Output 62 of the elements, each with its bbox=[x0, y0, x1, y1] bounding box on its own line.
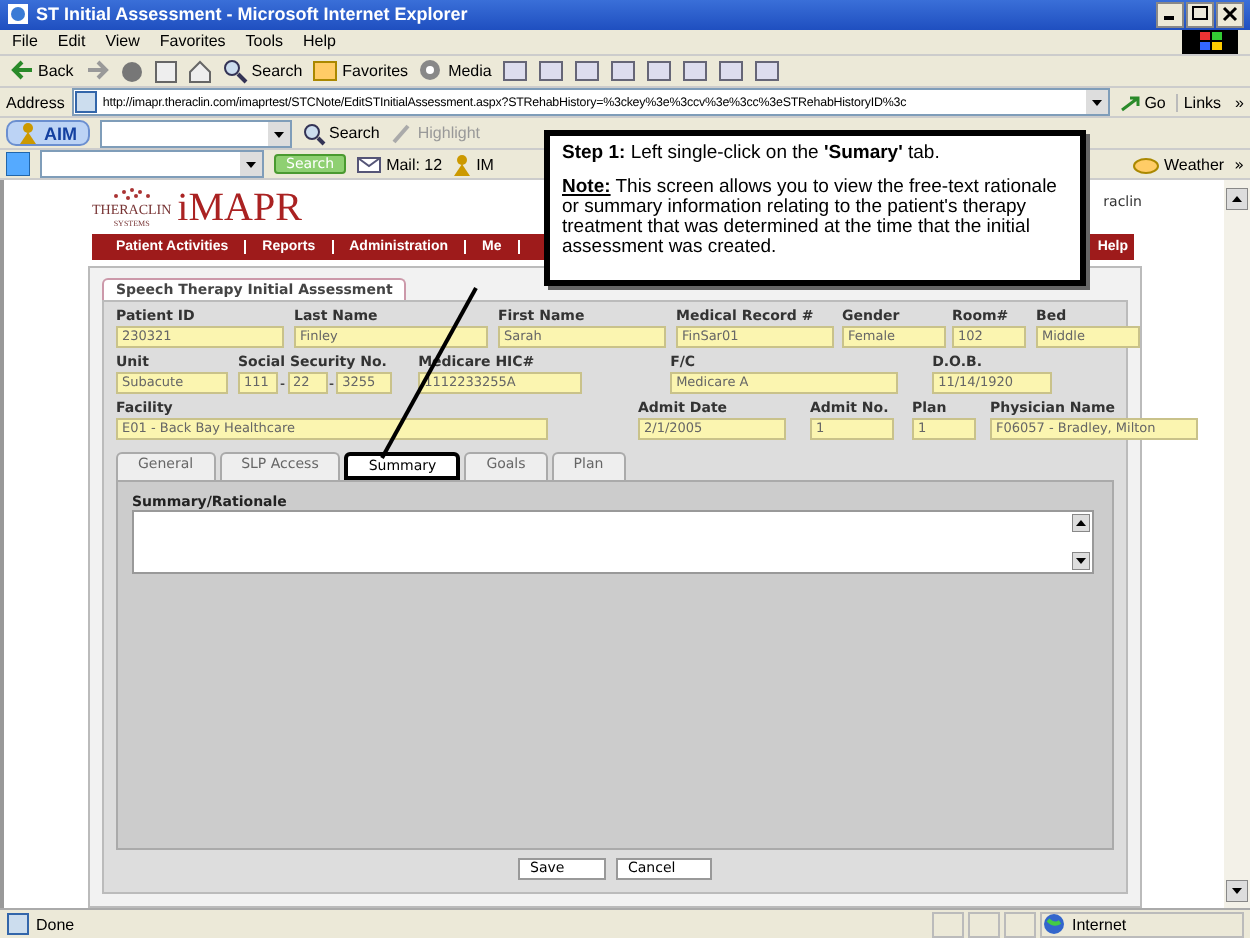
status-panel bbox=[1004, 911, 1036, 938]
close-icon bbox=[1220, 4, 1240, 25]
down-arrow-icon bbox=[1072, 552, 1090, 571]
menu-item[interactable]: File bbox=[12, 32, 38, 51]
dots-icon bbox=[109, 186, 154, 203]
chevron-button[interactable]: » bbox=[1235, 93, 1244, 112]
window-title: ST Initial Assessment - Microsoft Internet Explorer bbox=[36, 4, 468, 25]
page-icon bbox=[6, 912, 30, 937]
cloud-icon bbox=[1132, 152, 1160, 177]
toolbar-logo-icon[interactable] bbox=[6, 152, 30, 177]
menu-item[interactable]: Favorites bbox=[159, 32, 226, 51]
scrollbar[interactable] bbox=[1224, 180, 1250, 909]
close-button[interactable] bbox=[1216, 1, 1244, 28]
browser-icon bbox=[6, 2, 30, 27]
chevron-button[interactable]: » bbox=[1234, 155, 1244, 174]
menu-item[interactable]: Help bbox=[302, 32, 336, 51]
home-icon[interactable] bbox=[187, 59, 212, 84]
search-field[interactable] bbox=[40, 150, 264, 179]
search-field[interactable] bbox=[99, 119, 291, 148]
menu-item[interactable]: Tools bbox=[245, 32, 283, 51]
scrollbar[interactable] bbox=[1070, 512, 1092, 573]
toolbar-button[interactable]: Favorites bbox=[312, 58, 409, 85]
page-icon bbox=[74, 90, 99, 115]
up-arrow-icon bbox=[1072, 514, 1090, 533]
maximize-icon bbox=[1190, 4, 1210, 25]
go-button[interactable]: Go bbox=[1118, 92, 1168, 113]
up-arrow-icon bbox=[1226, 188, 1248, 211]
address-label: Address bbox=[6, 93, 65, 112]
status-panel bbox=[932, 911, 964, 938]
search-button[interactable]: Search bbox=[301, 121, 380, 146]
weather-button[interactable]: Weather bbox=[1132, 152, 1225, 177]
aim-button[interactable]: AIM bbox=[6, 120, 89, 147]
status-text: Done bbox=[6, 912, 75, 937]
pen-icon bbox=[389, 121, 414, 146]
envelope-icon bbox=[356, 152, 383, 177]
down-arrow-icon bbox=[1226, 880, 1248, 903]
flag-icon bbox=[1199, 32, 1221, 51]
globe-icon bbox=[1042, 912, 1066, 937]
toolbar-button[interactable]: Search bbox=[221, 58, 303, 85]
stop-icon[interactable] bbox=[119, 59, 144, 84]
app-logo: iMAPR bbox=[177, 188, 302, 229]
folder-icon bbox=[312, 58, 339, 85]
toolbar-button[interactable]: Back bbox=[8, 58, 74, 85]
media-icon bbox=[418, 58, 445, 85]
im-button[interactable]: IM bbox=[452, 153, 494, 176]
person-icon bbox=[18, 122, 38, 145]
mail-button[interactable]: Mail: 12 bbox=[356, 152, 443, 177]
toolbar-button[interactable]: Media bbox=[418, 58, 492, 85]
maximize-button[interactable] bbox=[1186, 1, 1214, 28]
back-arrow-icon bbox=[8, 58, 34, 85]
note-text: Note: This screen allows you to view the free-text rationale or summary information relating to the patient's therapy treatment that was determined at the time that the initial assessment was created. bbox=[562, 178, 1059, 258]
security-zone: Internet bbox=[1040, 911, 1244, 938]
status-panel bbox=[968, 911, 1000, 938]
minimize-button[interactable] bbox=[1156, 1, 1184, 28]
go-arrow-icon bbox=[1120, 92, 1141, 113]
menu-item[interactable]: View bbox=[105, 32, 140, 51]
search-icon bbox=[301, 121, 325, 146]
menu-item[interactable]: Edit bbox=[57, 32, 86, 51]
instruction-text: Step 1: Left single-click on the 'Sumary' tab. bbox=[562, 144, 942, 164]
links-button[interactable]: Links bbox=[1175, 93, 1228, 112]
person-icon bbox=[452, 153, 473, 176]
search-icon bbox=[221, 58, 248, 85]
